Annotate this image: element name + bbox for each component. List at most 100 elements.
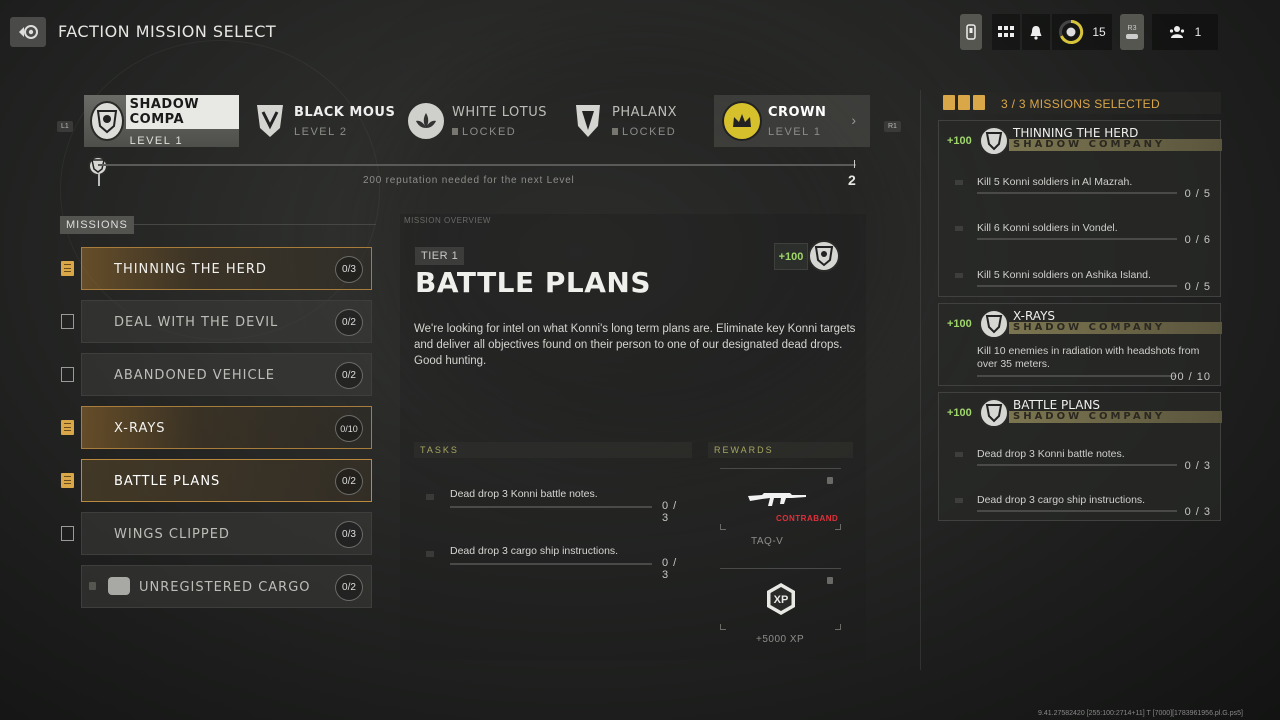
- reward-card-xp[interactable]: XP: [720, 568, 841, 630]
- task-text: Kill 10 enemies in radiation with headsh…: [977, 345, 1200, 370]
- notifications-button[interactable]: [1022, 14, 1050, 50]
- task-item: Kill 5 Konni soldiers in Al Mazrah. 0 / …: [955, 176, 1211, 206]
- task-bullet: [955, 226, 963, 231]
- missions-header: MISSIONS: [60, 216, 134, 234]
- mission-description: We're looking for intel on what Konni's …: [414, 323, 856, 367]
- black-mous-emblem-icon: [250, 101, 290, 141]
- party-count: 1: [1194, 25, 1202, 39]
- bell-icon: [1030, 25, 1042, 40]
- faction-tab-shadow-company[interactable]: SHADOW COMPA LEVEL 1: [84, 95, 239, 147]
- faction-strip: SHADOW COMPANY: [1009, 139, 1222, 151]
- faction-name: PHALANX: [612, 104, 678, 120]
- faction-tab-phalanx[interactable]: PHALANX LOCKED: [568, 95, 718, 147]
- faction-status-text: LOCKED: [622, 125, 677, 138]
- grid-menu-button[interactable]: [992, 14, 1020, 50]
- mission-row-x-rays[interactable]: X-RAYS 0/10: [58, 406, 374, 450]
- rewards-header: REWARDS: [708, 442, 853, 458]
- task-progress-bar: [977, 464, 1177, 466]
- task-text: Kill 5 Konni soldiers in Al Mazrah.: [977, 176, 1133, 188]
- mission-label: BATTLE PLANS: [114, 474, 221, 489]
- faction-name: WHITE LOTUS: [452, 104, 547, 120]
- task-text: Dead drop 3 Konni battle notes.: [977, 448, 1125, 460]
- mission-card[interactable]: BATTLE PLANS 0/2: [81, 459, 372, 502]
- faction-tab-black-mous[interactable]: BLACK MOUS LEVEL 2: [250, 95, 400, 147]
- mission-row-thinning-the-herd[interactable]: THINNING THE HERD 0/3: [58, 247, 374, 291]
- mission-label: UNREGISTERED CARGO: [139, 580, 311, 595]
- faction-name: SHADOW COMPA: [125, 95, 239, 129]
- selected-mission-title: X-RAYS: [1013, 309, 1056, 323]
- party-indicator[interactable]: 1: [1152, 14, 1218, 50]
- selected-mission-card[interactable]: +100 SHADOW COMPANY THINNING THE HERD Ki…: [938, 120, 1222, 297]
- task-text: Dead drop 3 Konni battle notes.: [450, 488, 598, 500]
- empty-checkbox-icon: [61, 526, 74, 541]
- mission-label: X-RAYS: [114, 421, 166, 436]
- tasks-header: TASKS: [414, 442, 692, 458]
- mission-card[interactable]: UNREGISTERED CARGO 0/2: [81, 565, 372, 608]
- rifle-icon: [748, 493, 806, 506]
- faction-tab-white-lotus[interactable]: WHITE LOTUS LOCKED: [406, 95, 556, 147]
- grid-icon: [998, 26, 1014, 37]
- mission-row-battle-plans[interactable]: BATTLE PLANS 0/2: [58, 459, 374, 503]
- mission-progress: 0/2: [335, 574, 363, 601]
- controller-button[interactable]: [960, 14, 982, 50]
- r1-bumper-hint: R1: [884, 121, 901, 132]
- task-text: Dead drop 3 cargo ship instructions.: [977, 494, 1146, 506]
- task-item: Dead drop 3 cargo ship instructions. 0 /…: [426, 545, 688, 581]
- r3-button[interactable]: R3: [1120, 14, 1144, 50]
- tier-badge: TIER 1: [415, 247, 465, 265]
- faction-tab-crown[interactable]: CROWN LEVEL 1 ›: [714, 95, 870, 147]
- contraband-tag: CONTRABAND: [776, 514, 839, 523]
- mission-card[interactable]: THINNING THE HERD 0/3: [81, 247, 372, 290]
- mission-label: WINGS CLIPPED: [114, 527, 230, 542]
- panel-divider: [920, 90, 921, 670]
- task-progress: 0 / 5: [1184, 188, 1211, 200]
- party-icon: [1169, 26, 1184, 38]
- task-item: Dead drop 3 Konni battle notes. 0 / 3: [426, 488, 688, 524]
- l1-bumper-hint: L1: [57, 121, 73, 132]
- selected-mission-card[interactable]: +100 SHADOW COMPANY X-RAYS Kill 10 enemi…: [938, 303, 1222, 386]
- faction-status: LOCKED: [452, 126, 547, 138]
- shadow-company-emblem-icon: [979, 398, 1009, 428]
- currency-indicator[interactable]: 15: [1052, 14, 1112, 50]
- mission-card[interactable]: WINGS CLIPPED 0/3: [81, 512, 372, 555]
- build-version: 9.41.27582420 [255:100:2714+11] T [7000]…: [1038, 710, 1243, 717]
- mission-row-deal-with-the-devil[interactable]: DEAL WITH THE DEVIL 0/2: [58, 300, 374, 344]
- mission-progress: 0/3: [335, 521, 363, 548]
- mission-label: THINNING THE HERD: [114, 262, 267, 277]
- task-bullet: [426, 494, 434, 500]
- faction-tabs: SHADOW COMPA LEVEL 1 BLACK MOUS LEVEL 2 …: [84, 95, 870, 147]
- task-progress-bar: [977, 192, 1177, 194]
- mission-card[interactable]: X-RAYS 0/10: [81, 406, 372, 449]
- task-progress-bar: [450, 563, 652, 565]
- faction-strip: SHADOW COMPANY: [1009, 411, 1222, 423]
- missions-selected-count: 3 / 3 MISSIONS SELECTED: [1001, 97, 1160, 111]
- task-text: Kill 5 Konni soldiers on Ashika Island.: [977, 269, 1151, 281]
- next-level-number: 2: [848, 172, 856, 188]
- task-item: Kill 10 enemies in radiation with headsh…: [955, 345, 1211, 385]
- faction-status-text: LOCKED: [462, 125, 517, 138]
- mission-row-unregistered-cargo[interactable]: UNREGISTERED CARGO 0/2: [58, 565, 374, 609]
- task-progress: 00 / 10: [1170, 371, 1211, 383]
- notepad-icon: [943, 95, 955, 110]
- mission-card[interactable]: ABANDONED VEHICLE 0/2: [81, 353, 372, 396]
- task-progress: 0 / 5: [1184, 281, 1211, 293]
- selected-mission-card[interactable]: +100 SHADOW COMPANY BATTLE PLANS Dead dr…: [938, 392, 1222, 521]
- faction-level: LEVEL 2: [294, 125, 348, 138]
- mission-row-abandoned-vehicle[interactable]: ABANDONED VEHICLE 0/2: [58, 353, 374, 397]
- mission-row-wings-clipped[interactable]: WINGS CLIPPED 0/3: [58, 512, 374, 556]
- rep-reward-badge: +100: [774, 243, 808, 270]
- task-bullet: [955, 180, 963, 185]
- xp-icon: XP: [767, 583, 795, 615]
- mission-progress: 0/2: [335, 362, 363, 389]
- rep-end-tick: [854, 160, 855, 168]
- task-progress: 0 / 3: [1184, 460, 1211, 472]
- back-button[interactable]: [10, 17, 46, 47]
- shadow-company-emblem-icon: [979, 126, 1009, 156]
- notepad-icon: [61, 261, 74, 276]
- chevron-right-icon[interactable]: ›: [851, 112, 856, 128]
- mission-overview-label: MISSION OVERVIEW: [404, 216, 491, 225]
- rep-start-tick: [98, 174, 100, 186]
- mission-card[interactable]: DEAL WITH THE DEVIL 0/2: [81, 300, 372, 343]
- selected-mission-title: BATTLE PLANS: [1013, 398, 1101, 412]
- currency-count: 15: [1092, 25, 1106, 39]
